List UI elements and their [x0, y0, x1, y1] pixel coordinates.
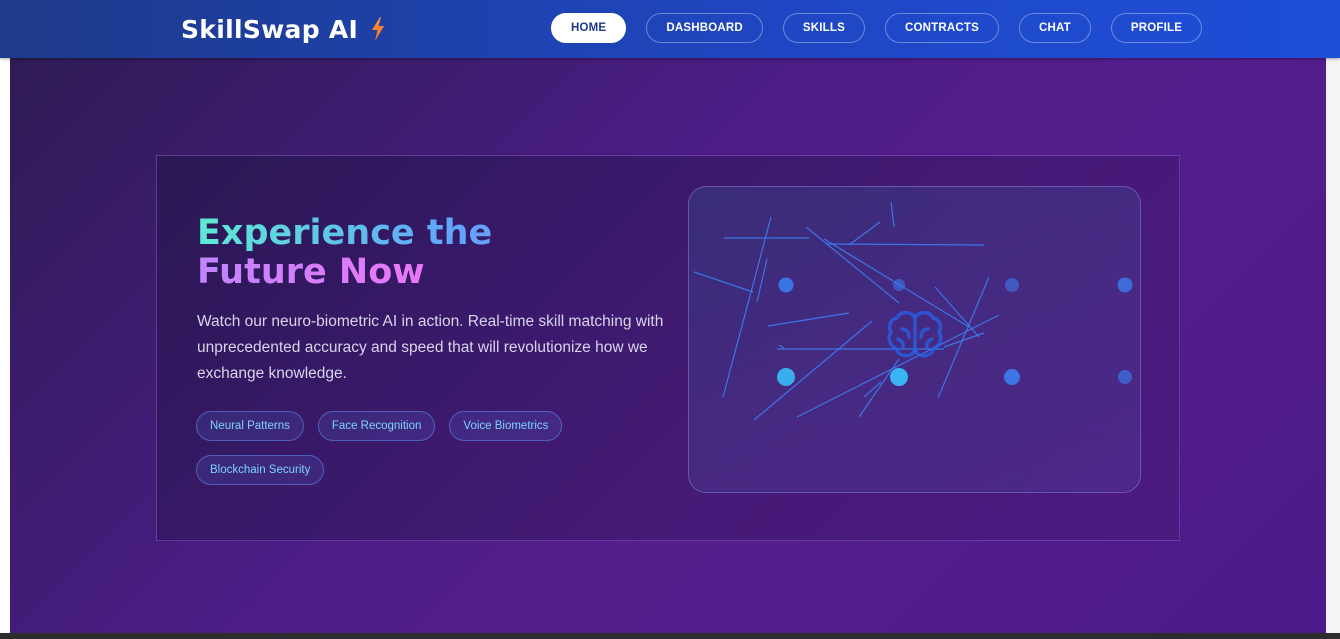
brain-icon: [887, 310, 943, 358]
tag-face-recognition[interactable]: Face Recognition: [317, 411, 436, 441]
hero-title: Experience the Future Now: [197, 214, 617, 292]
nav-chat-button[interactable]: CHAT: [1018, 13, 1091, 43]
hero-title-line-2: Future Now: [197, 253, 617, 292]
nav-dashboard-button[interactable]: DASHBOARD: [646, 13, 763, 43]
tag-neural-patterns[interactable]: Neural Patterns: [196, 411, 304, 441]
scrollbar-track[interactable]: [1326, 58, 1340, 633]
tag-voice-biometrics[interactable]: Voice Biometrics: [449, 411, 563, 441]
hero-card: Experience the Future Now Watch our neur…: [156, 155, 1180, 541]
nav-home-button[interactable]: HOME: [551, 13, 627, 43]
lightning-bolt-icon: [372, 17, 385, 41]
neural-visualization-panel: [688, 186, 1141, 493]
hero-title-line-1: Experience the: [197, 214, 617, 253]
nav-contracts-button[interactable]: CONTRACTS: [884, 13, 999, 43]
neural-network-graphic: [693, 201, 1133, 421]
hero-description: Watch our neuro-biometric AI in action. …: [197, 313, 664, 382]
brand-name[interactable]: SkillSwap AI: [181, 15, 358, 44]
network-nodes: [777, 277, 1133, 386]
nav-skills-button[interactable]: SKILLS: [782, 13, 865, 43]
feature-tags: Neural Patterns Face Recognition Voice B…: [196, 411, 596, 485]
connection-lines: [693, 201, 1000, 421]
tag-blockchain-security[interactable]: Blockchain Security: [196, 455, 325, 485]
bottom-edge: [0, 633, 1340, 639]
nav-profile-button[interactable]: PROFILE: [1110, 13, 1203, 43]
nav-links: HOME DASHBOARD SKILLS CONTRACTS CHAT PRO…: [551, 13, 1203, 43]
top-navbar: SkillSwap AI HOME DASHBOARD SKILLS CONTR…: [0, 0, 1340, 58]
brand[interactable]: SkillSwap AI: [181, 12, 386, 46]
